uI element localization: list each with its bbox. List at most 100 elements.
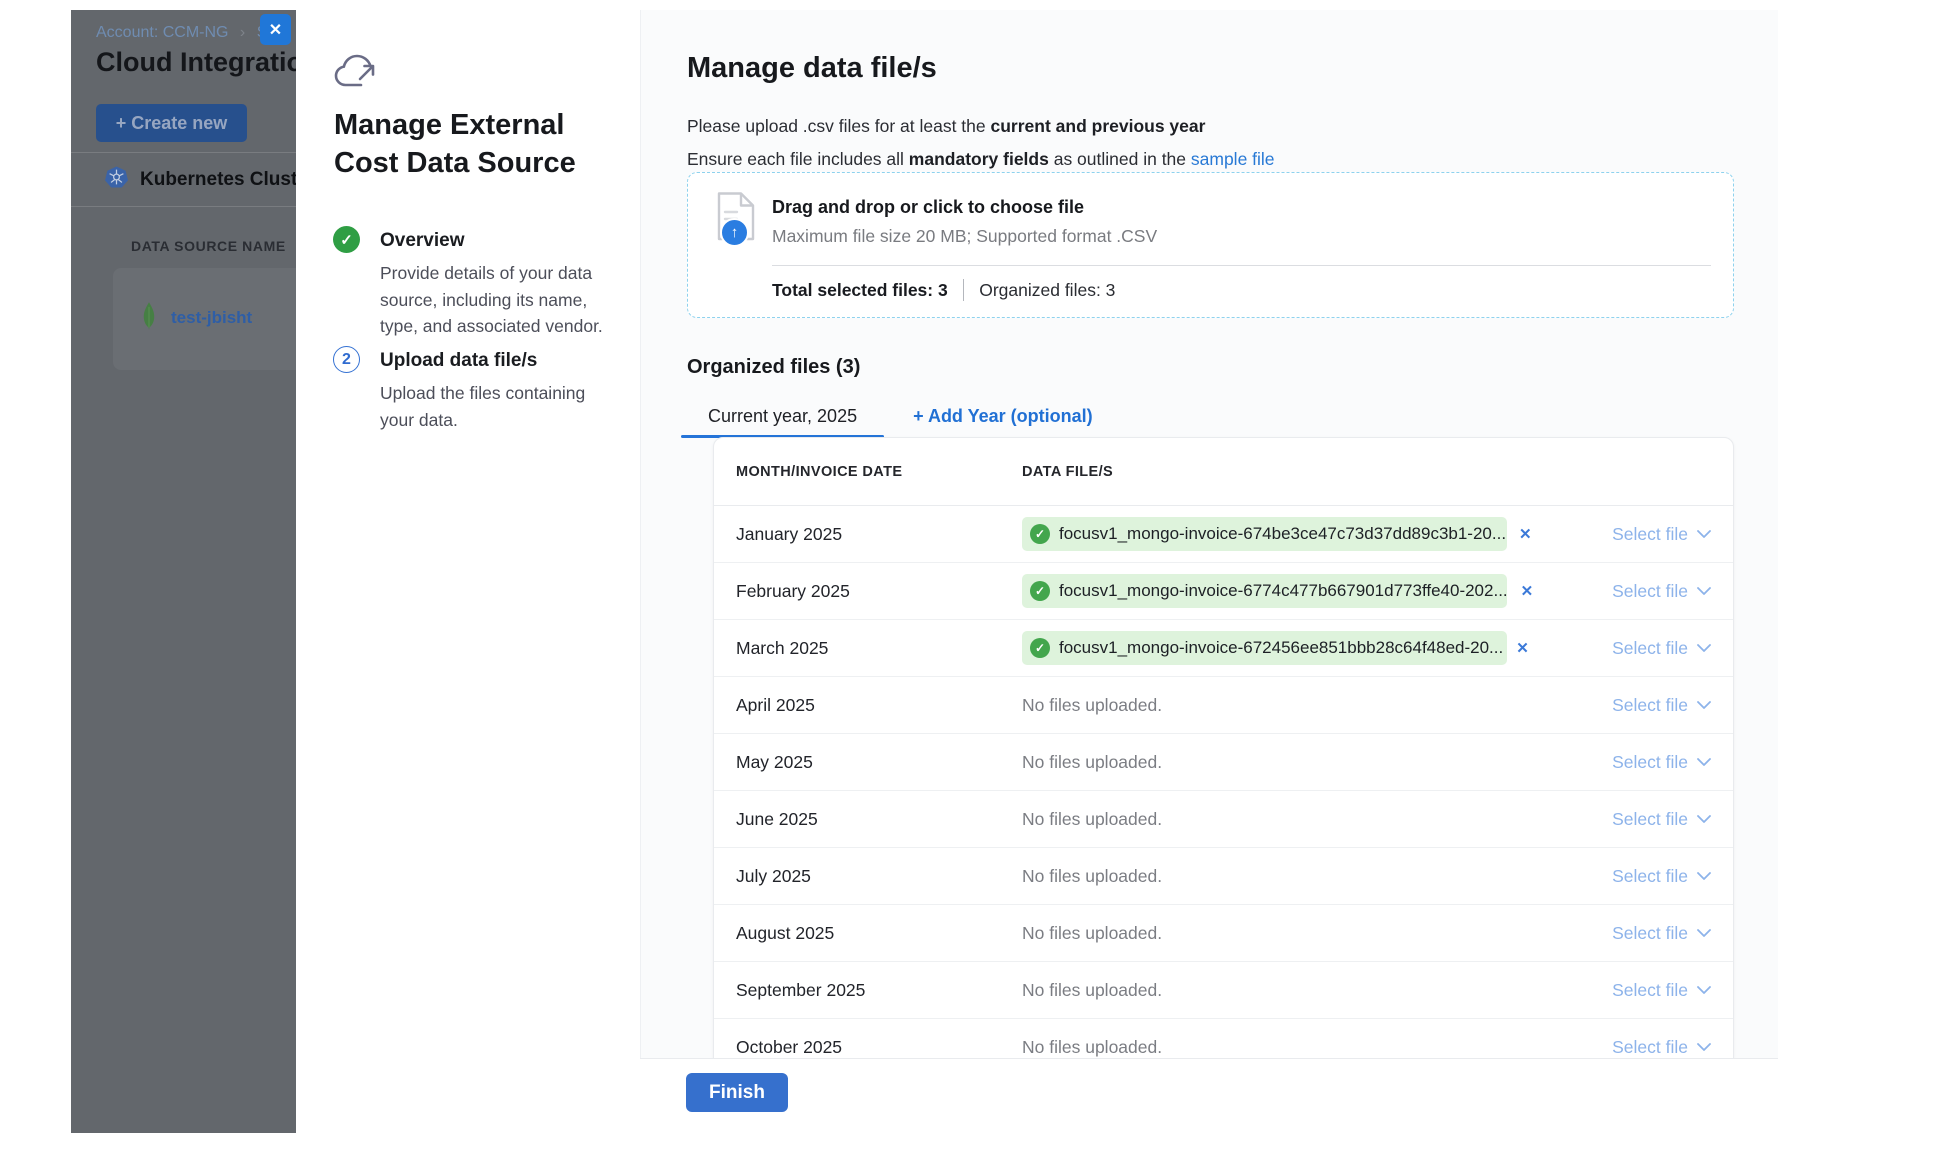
add-year-button[interactable]: + Add Year (optional) [913,394,1093,438]
screenshot-canvas: Account: CCM-NG › Set Cloud Integration … [0,0,1934,1156]
chevron-down-icon [1697,815,1711,824]
step-upload-data-files[interactable]: Upload data file/s [380,350,537,372]
empty-files-text: No files uploaded. [1022,1037,1162,1058]
data-source-card[interactable]: test-jbisht [113,268,296,370]
nav-kubernetes-clusters[interactable]: Kubernetes Clusters [105,166,296,194]
select-file-label: Select file [1612,581,1688,602]
file-stats: Total selected files: 3 Organized files:… [772,279,1115,301]
select-file-dropdown[interactable]: Select file [1561,1037,1711,1058]
chevron-down-icon [1697,587,1711,596]
dropzone-title: Drag and drop or click to choose file [772,197,1084,218]
file-name: focusv1_mongo-invoice-6774c477b667901d77… [1059,581,1508,601]
table-row: May 2025No files uploaded. Select file [714,734,1733,791]
step-overview[interactable]: Overview [380,230,465,252]
remove-file-icon[interactable]: ✕ [1519,525,1532,543]
drawer-close-button[interactable]: ✕ [260,14,291,45]
instruction-text: Ensure each file includes all [687,149,909,169]
month-label: October 2025 [736,1037,1022,1058]
select-file-dropdown[interactable]: Select file [1561,809,1711,830]
column-header-month: MONTH/INVOICE DATE [736,464,1022,480]
month-label: August 2025 [736,923,1022,944]
panel-heading: Manage data file/s [687,52,937,85]
file-uploaded-check-icon: ✓ [1030,524,1050,544]
select-file-dropdown[interactable]: Select file [1561,638,1711,659]
empty-files-text: No files uploaded. [1022,980,1162,1001]
select-file-dropdown[interactable]: Select file [1561,695,1711,716]
total-selected-files: Total selected files: 3 [772,280,948,301]
select-file-dropdown[interactable]: Select file [1561,524,1711,545]
instruction-text: Please upload .csv files for at least th… [687,116,991,136]
file-uploaded-check-icon: ✓ [1030,638,1050,658]
background-page: Account: CCM-NG › Set Cloud Integration … [71,10,296,1133]
remove-file-icon[interactable]: ✕ [1521,582,1534,600]
upload-instructions: Please upload .csv files for at least th… [687,110,1275,176]
mongodb-icon [141,302,157,335]
empty-files-text: No files uploaded. [1022,866,1162,887]
file-document-icon: ↑ [716,191,760,249]
select-file-label: Select file [1612,524,1688,545]
month-label: September 2025 [736,980,1022,1001]
tab-current-year[interactable]: Current year, 2025 [681,394,884,438]
column-header-data-files: DATA FILE/S [1022,464,1113,480]
breadcrumb-account-link[interactable]: Account: CCM-NG [96,24,228,41]
cloud-export-icon [334,54,380,95]
step-upload-description: Upload the files containing your data. [380,380,606,433]
select-file-dropdown[interactable]: Select file [1561,581,1711,602]
chevron-down-icon [1697,986,1711,995]
file-cell: ✓focusv1_mongo-invoice-6774c477b667901d7… [1022,574,1561,608]
select-file-label: Select file [1612,866,1688,887]
instruction-bold: mandatory fields [909,149,1049,169]
select-file-label: Select file [1612,980,1688,1001]
organized-files-heading: Organized files (3) [687,356,860,379]
divider [772,265,1711,266]
month-label: June 2025 [736,809,1022,830]
month-label: April 2025 [736,695,1022,716]
breadcrumb-chevron-icon: › [240,24,245,41]
uploaded-file-chip: ✓focusv1_mongo-invoice-6774c477b667901d7… [1022,574,1507,608]
uploaded-file-chip: ✓ focusv1_mongo-invoice-672456ee851bbb28c… [1022,631,1507,665]
select-file-label: Select file [1612,752,1688,773]
file-cell: No files uploaded. [1022,980,1561,1001]
uploaded-file-chip: ✓focusv1_mongo-invoice-674be3ce47c73d37d… [1022,517,1507,551]
month-label: February 2025 [736,581,1022,602]
select-file-dropdown[interactable]: Select file [1561,866,1711,887]
months-table-card: MONTH/INVOICE DATE DATA FILE/S January 2… [713,437,1734,1058]
select-file-label: Select file [1612,1037,1688,1058]
instruction-bold: current and previous year [991,116,1206,136]
empty-files-text: No files uploaded. [1022,923,1162,944]
file-dropzone[interactable]: ↑ Drag and drop or click to choose file … [687,172,1734,318]
sample-file-link[interactable]: sample file [1191,149,1275,169]
select-file-dropdown[interactable]: Select file [1561,752,1711,773]
table-row: October 2025No files uploaded. Select fil… [714,1019,1733,1058]
table-row: July 2025No files uploaded. Select file [714,848,1733,905]
remove-file-icon[interactable]: ✕ [1516,639,1529,657]
table-row: August 2025No files uploaded. Select file [714,905,1733,962]
chevron-down-icon [1697,644,1711,653]
file-cell: No files uploaded. [1022,866,1561,887]
month-label: May 2025 [736,752,1022,773]
file-cell: No files uploaded. [1022,1037,1561,1058]
month-label: July 2025 [736,866,1022,887]
data-source-link[interactable]: test-jbisht [171,308,252,328]
drawer-footer: Finish [640,1058,1778,1138]
empty-files-text: No files uploaded. [1022,752,1162,773]
table-row: January 2025✓focusv1_mongo-invoice-674be… [714,506,1733,563]
year-tabs: Current year, 2025 + Add Year (optional) [681,394,1093,438]
file-cell: ✓ focusv1_mongo-invoice-672456ee851bbb28c… [1022,631,1561,665]
file-name: focusv1_mongo-invoice-672456ee851bbb28c6… [1059,638,1503,658]
divider [71,206,296,207]
close-icon: ✕ [269,20,282,40]
finish-button[interactable]: Finish [686,1073,788,1112]
wizard-title: Manage External Cost Data Source [334,106,596,182]
select-file-dropdown[interactable]: Select file [1561,923,1711,944]
step-overview-description: Provide details of your data source, inc… [380,260,606,340]
table-row: June 2025No files uploaded. Select file [714,791,1733,848]
month-label: March 2025 [736,638,1022,659]
create-new-button[interactable]: + Create new [96,104,247,142]
column-header-data-source-name: DATA SOURCE NAME [131,238,286,254]
table-row: February 2025✓focusv1_mongo-invoice-6774… [714,563,1733,620]
empty-files-text: No files uploaded. [1022,809,1162,830]
chevron-down-icon [1697,530,1711,539]
month-table-body: January 2025✓focusv1_mongo-invoice-674be… [714,506,1733,1058]
select-file-dropdown[interactable]: Select file [1561,980,1711,1001]
